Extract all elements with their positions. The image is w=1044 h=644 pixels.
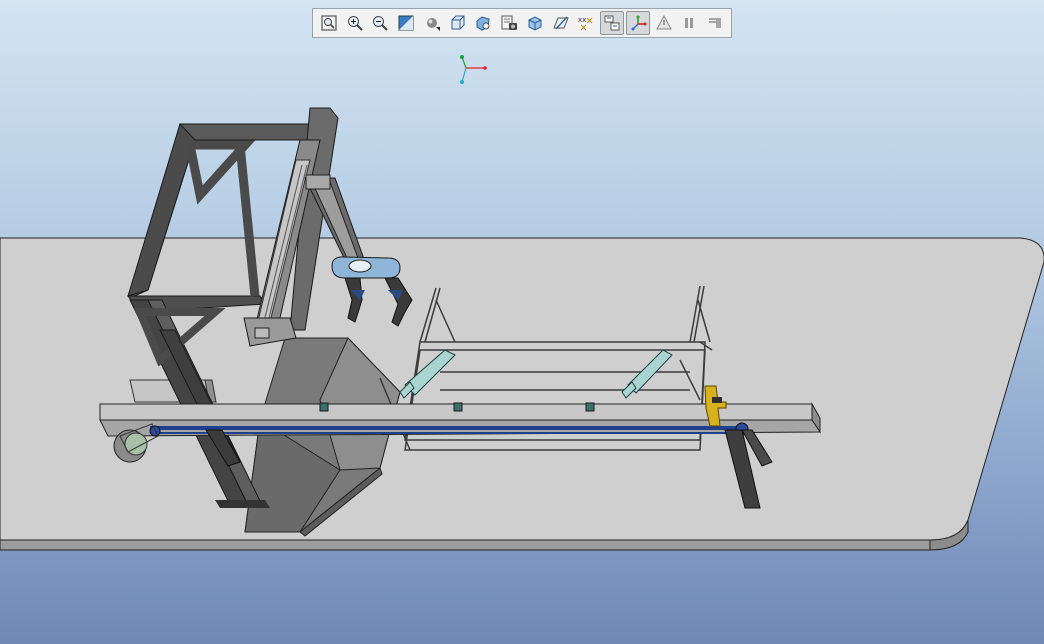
model-viewport[interactable] xyxy=(0,0,1044,644)
coordinate-triad xyxy=(460,55,487,84)
